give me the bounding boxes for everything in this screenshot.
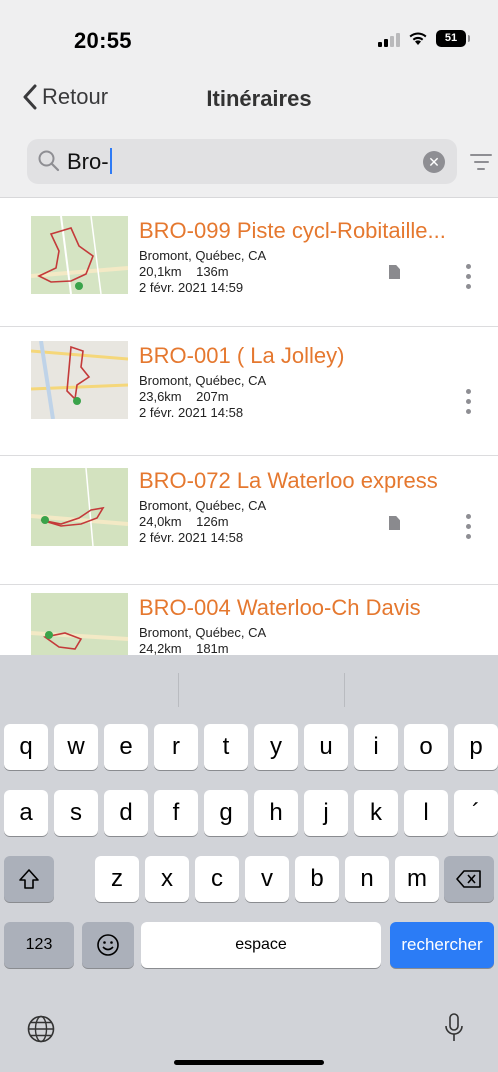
route-location: Bromont, Québec, CA	[139, 498, 267, 513]
route-stats: 23,6km 207m	[139, 389, 229, 405]
route-map-thumbnail	[31, 593, 128, 658]
route-distance: 23,6km	[139, 389, 182, 404]
more-options-button[interactable]	[466, 389, 472, 419]
suggestion-bar	[0, 673, 498, 707]
space-key[interactable]: espace	[141, 922, 381, 968]
globe-icon[interactable]	[26, 1014, 56, 1044]
search-value: Bro-	[67, 149, 109, 174]
route-row[interactable]: BRO-072 La Waterloo express Bromont, Qué…	[0, 456, 498, 585]
key-v[interactable]: v	[245, 856, 289, 902]
microphone-icon[interactable]	[444, 1012, 464, 1044]
emoji-icon	[97, 934, 119, 956]
shift-key[interactable]	[4, 856, 54, 902]
route-map-thumbnail	[31, 468, 128, 546]
more-options-button[interactable]	[466, 514, 472, 544]
document-icon	[389, 265, 400, 279]
delete-key[interactable]	[444, 856, 494, 902]
key-t[interactable]: t	[204, 724, 248, 770]
route-title: BRO-072 La Waterloo express	[139, 468, 438, 493]
route-elevation: 126m	[196, 514, 229, 529]
wifi-icon	[409, 32, 427, 45]
route-location: Bromont, Québec, CA	[139, 373, 267, 388]
key-l[interactable]: l	[404, 790, 448, 836]
route-distance: 24,0km	[139, 514, 182, 529]
more-options-button[interactable]	[466, 264, 472, 294]
key-n[interactable]: n	[345, 856, 389, 902]
route-title: BRO-004 Waterloo-Ch Davis	[139, 595, 421, 620]
document-icon	[389, 516, 400, 530]
route-distance: 20,1km	[139, 264, 182, 279]
route-date: 2 févr. 2021 14:59	[139, 280, 244, 295]
search-field[interactable]: Bro- ✕	[27, 139, 457, 184]
emoji-key[interactable]	[82, 922, 134, 968]
clear-search-button[interactable]: ✕	[423, 151, 445, 173]
status-icons: 51	[378, 30, 470, 47]
key-k[interactable]: k	[354, 790, 398, 836]
route-distance: 24,2km	[139, 641, 182, 656]
route-title: BRO-001 ( La Jolley)	[139, 343, 345, 368]
backspace-icon	[456, 870, 481, 888]
key-d[interactable]: d	[104, 790, 148, 836]
search-action-key[interactable]: rechercher	[390, 922, 494, 968]
route-title: BRO-099 Piste cycl-Robitaille...	[139, 218, 446, 243]
key-j[interactable]: j	[304, 790, 348, 836]
key-f[interactable]: f	[154, 790, 198, 836]
top-bar: 20:55 51 Retour Itinéraires Bro- ✕	[0, 0, 498, 198]
route-location: Bromont, Québec, CA	[139, 625, 267, 640]
page-title: Itinéraires	[206, 86, 312, 111]
key-z[interactable]: z	[95, 856, 139, 902]
key-o[interactable]: o	[404, 724, 448, 770]
route-location: Bromont, Québec, CA	[139, 248, 267, 263]
more-vertical-icon	[466, 514, 471, 519]
text-cursor	[109, 148, 112, 175]
key-p[interactable]: p	[454, 724, 498, 770]
route-row[interactable]: BRO-001 ( La Jolley) Bromont, Québec, CA…	[0, 327, 498, 456]
key-acute[interactable]: ´	[454, 790, 498, 836]
shift-icon	[19, 869, 39, 889]
more-vertical-icon	[466, 264, 471, 269]
key-a[interactable]: a	[4, 790, 48, 836]
home-indicator	[174, 1060, 324, 1065]
search-icon	[38, 150, 60, 172]
key-e[interactable]: e	[104, 724, 148, 770]
route-elevation: 181m	[196, 641, 229, 656]
routes-list[interactable]: BRO-099 Piste cycl-Robitaille... Bromont…	[0, 198, 498, 658]
route-row[interactable]: BRO-004 Waterloo-Ch Davis Bromont, Québe…	[0, 585, 498, 658]
battery-icon: 51	[436, 30, 470, 47]
route-map-thumbnail	[31, 341, 128, 419]
status-bar: 20:55 51	[0, 22, 498, 56]
key-c[interactable]: c	[195, 856, 239, 902]
key-g[interactable]: g	[204, 790, 248, 836]
key-y[interactable]: y	[254, 724, 298, 770]
route-date: 2 févr. 2021 14:58	[139, 530, 244, 545]
search-input[interactable]: Bro-	[67, 148, 112, 175]
route-date: 2 févr. 2021 14:58	[139, 405, 244, 420]
key-m[interactable]: m	[395, 856, 439, 902]
key-s[interactable]: s	[54, 790, 98, 836]
key-x[interactable]: x	[145, 856, 189, 902]
numbers-key[interactable]: 123	[4, 922, 74, 968]
more-vertical-icon	[466, 389, 471, 394]
route-stats: 24,0km 126m	[139, 514, 229, 530]
key-h[interactable]: h	[254, 790, 298, 836]
key-w[interactable]: w	[54, 724, 98, 770]
cellular-signal-icon	[378, 31, 400, 47]
key-r[interactable]: r	[154, 724, 198, 770]
filter-icon	[470, 154, 492, 156]
route-map-thumbnail	[31, 216, 128, 294]
key-u[interactable]: u	[304, 724, 348, 770]
route-elevation: 136m	[196, 264, 229, 279]
route-elevation: 207m	[196, 389, 229, 404]
filter-button[interactable]	[470, 154, 492, 175]
status-time: 20:55	[74, 28, 132, 53]
route-row[interactable]: BRO-099 Piste cycl-Robitaille... Bromont…	[0, 198, 498, 327]
route-stats: 20,1km 136m	[139, 264, 229, 280]
key-b[interactable]: b	[295, 856, 339, 902]
key-q[interactable]: q	[4, 724, 48, 770]
key-i[interactable]: i	[354, 724, 398, 770]
navigation-bar: Retour Itinéraires	[0, 80, 498, 120]
